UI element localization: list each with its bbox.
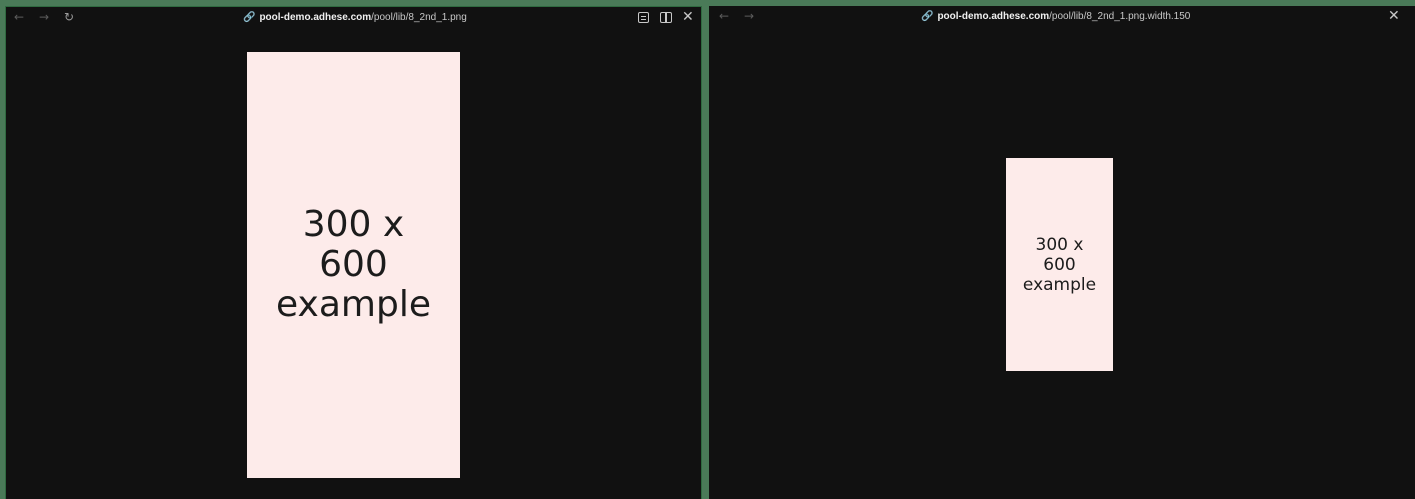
right-toolbar: ← → 🔗 pool-demo.adhese.com/pool/lib/8_2nd… bbox=[709, 6, 1415, 28]
back-arrow-icon[interactable]: ← bbox=[719, 9, 729, 23]
image-text-line-1: 300 x bbox=[302, 204, 405, 245]
left-toolbar: ← → ↻ 🔗 pool-demo.adhese.com/pool/lib/8_2… bbox=[6, 7, 701, 29]
image-300x600-example: 300 x 600 example bbox=[247, 52, 460, 478]
url-host: pool-demo.adhese.com bbox=[259, 12, 372, 23]
split-view-icon[interactable] bbox=[660, 12, 672, 23]
url-path: /pool/lib/8_2nd_1.png bbox=[371, 12, 467, 23]
forward-arrow-icon[interactable]: → bbox=[39, 10, 49, 24]
image-text-line-3: example bbox=[1022, 274, 1097, 295]
back-arrow-icon[interactable]: ← bbox=[14, 10, 24, 24]
right-browser-pane: ← → 🔗 pool-demo.adhese.com/pool/lib/8_2nd… bbox=[709, 6, 1415, 499]
address-bar[interactable]: 🔗 pool-demo.adhese.com/pool/lib/8_2nd_1.p… bbox=[921, 11, 1190, 23]
link-icon: 🔗 bbox=[921, 11, 934, 22]
close-icon[interactable]: ✕ bbox=[682, 10, 694, 24]
reader-mode-icon[interactable] bbox=[638, 12, 649, 23]
reload-icon[interactable]: ↻ bbox=[64, 10, 74, 24]
image-text-line-1: 300 x bbox=[1035, 234, 1084, 255]
link-icon: 🔗 bbox=[243, 12, 256, 23]
close-icon[interactable]: ✕ bbox=[1388, 9, 1400, 23]
image-text-line-2: 600 bbox=[1043, 254, 1076, 275]
image-300x600-example-resized: 300 x 600 example bbox=[1006, 158, 1113, 371]
forward-arrow-icon[interactable]: → bbox=[744, 9, 754, 23]
image-text-line-3: example bbox=[276, 284, 431, 325]
url-path: /pool/lib/8_2nd_1.png.width.150 bbox=[1049, 11, 1191, 22]
image-text-line-2: 600 bbox=[319, 244, 388, 285]
left-browser-pane: ← → ↻ 🔗 pool-demo.adhese.com/pool/lib/8_2… bbox=[5, 6, 702, 499]
address-bar[interactable]: 🔗 pool-demo.adhese.com/pool/lib/8_2nd_1.p… bbox=[243, 12, 467, 24]
url-host: pool-demo.adhese.com bbox=[937, 11, 1050, 22]
